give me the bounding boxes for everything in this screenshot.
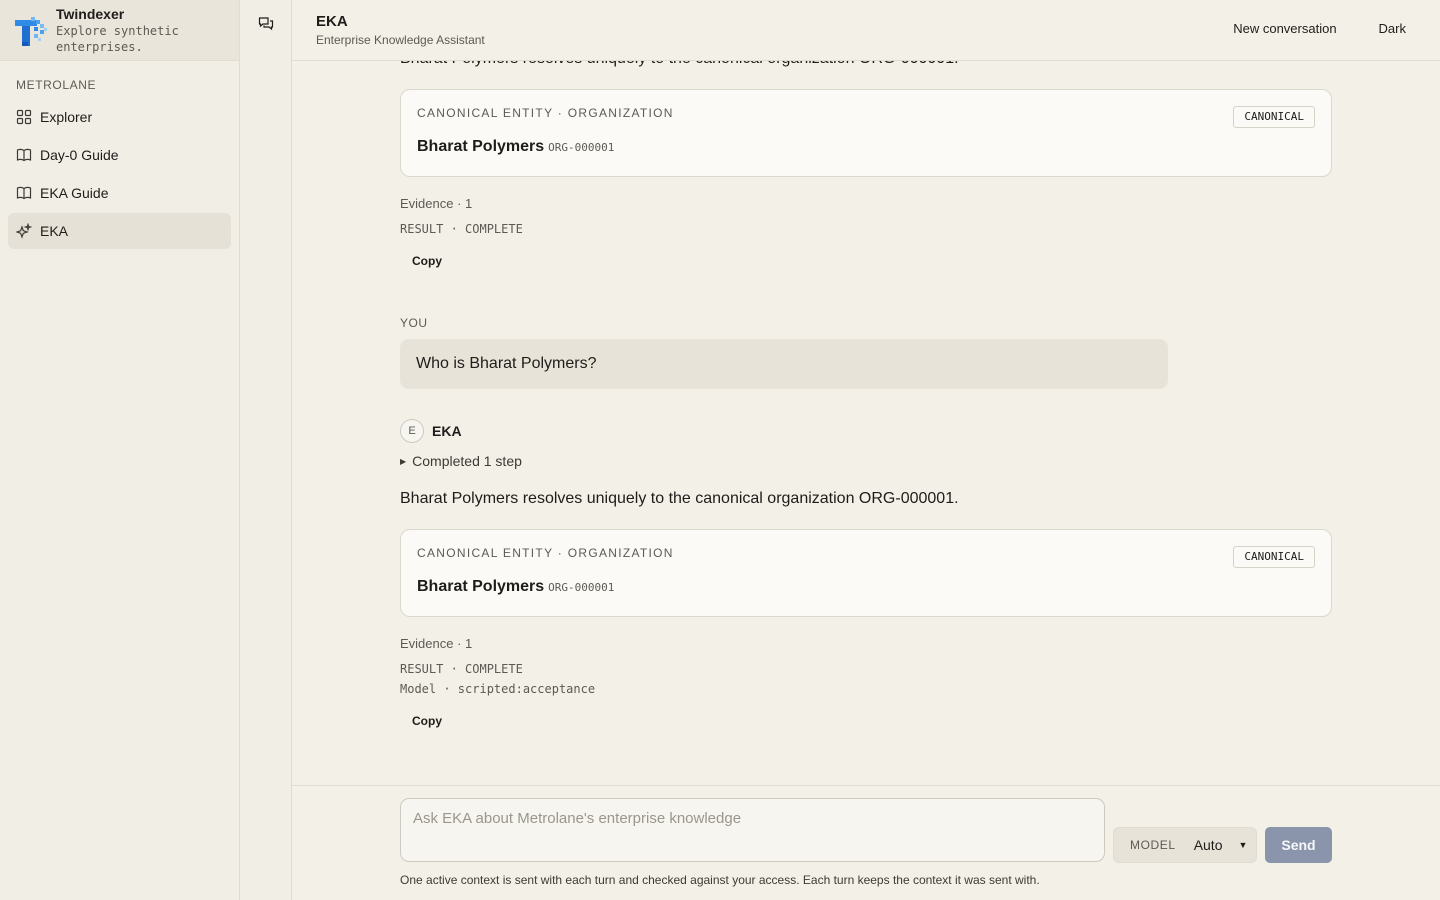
brand-tagline: Explore synthetic enterprises. <box>56 24 179 54</box>
user-turn-label: YOU <box>400 316 428 330</box>
entity-id: ORG-000001 <box>548 581 615 594</box>
entity-name-text: Bharat Polymers <box>417 138 545 155</box>
sidebar: Twindexer Explore synthetic enterprises.… <box>0 0 240 900</box>
assistant-name: EKA <box>432 423 462 439</box>
model-value: Auto <box>1193 837 1223 853</box>
user-message-text: Who is Bharat Polymers? <box>416 355 597 372</box>
status-badge: CANONICAL <box>1233 546 1315 568</box>
sidebar-item-day0-guide[interactable]: Day-0 Guide <box>8 137 231 173</box>
sidebar-nav: Explorer Day-0 Guide EKA Guide EKA <box>0 99 239 249</box>
page-subtitle: Enterprise Knowledge Assistant <box>316 33 485 47</box>
composer: MODEL Auto ▼ Send One active context is … <box>292 785 1440 900</box>
new-conversation-button[interactable]: New conversation <box>1233 21 1336 36</box>
prev-answer-text: Bharat Polymers resolves uniquely to the… <box>400 61 1332 69</box>
steps-disclosure[interactable]: ▶ Completed 1 step <box>400 453 1332 469</box>
sparkle-icon <box>16 223 32 239</box>
user-message: Who is Bharat Polymers? <box>400 339 1168 389</box>
entity-name-text: Bharat Polymers <box>417 578 545 595</box>
prev-entity-card[interactable]: CANONICAL ENTITY · ORGANIZATION Bharat P… <box>400 89 1332 177</box>
evidence-toggle[interactable]: Evidence · 1 <box>400 636 1332 651</box>
assistant-answer-text: Bharat Polymers resolves uniquely to the… <box>400 490 959 507</box>
assistant-turn-header: E EKA <box>400 419 1332 443</box>
conversations-toggle-button[interactable] <box>257 15 275 33</box>
context-note: One active context is sent with each tur… <box>400 873 1040 887</box>
conversation-rail <box>240 0 292 900</box>
entity-kicker: CANONICAL ENTITY · ORGANIZATION <box>417 106 674 120</box>
entity-name: Bharat Polymers ORG-000001 <box>417 578 614 596</box>
brand[interactable]: Twindexer Explore synthetic enterprises. <box>0 0 239 61</box>
sidebar-item-label: Day-0 Guide <box>40 147 119 163</box>
sidebar-item-explorer[interactable]: Explorer <box>8 99 231 135</box>
brand-name: Twindexer <box>56 6 125 22</box>
caret-down-icon: ▼ <box>1238 840 1248 850</box>
grid-icon <box>16 109 32 125</box>
theme-toggle-button[interactable]: Dark <box>1379 21 1406 36</box>
sidebar-item-label: EKA Guide <box>40 185 109 201</box>
chat-thread[interactable]: Bharat Polymers resolves uniquely to the… <box>292 61 1440 785</box>
result-status: RESULT · COMPLETE <box>400 662 523 676</box>
sidebar-item-eka-guide[interactable]: EKA Guide <box>8 175 231 211</box>
workspace-section-label: METROLANE <box>16 78 97 92</box>
page-header: EKA Enterprise Knowledge Assistant New c… <box>292 0 1440 61</box>
prev-copy-button[interactable]: Copy <box>412 254 442 268</box>
entity-id: ORG-000001 <box>548 141 615 154</box>
page-title: EKA <box>316 13 348 30</box>
status-badge: CANONICAL <box>1233 106 1315 128</box>
avatar: E <box>400 419 424 443</box>
chat-bubbles-icon <box>258 17 274 31</box>
caret-right-icon: ▶ <box>400 456 407 466</box>
book-icon <box>16 148 32 162</box>
entity-kicker: CANONICAL ENTITY · ORGANIZATION <box>417 546 674 560</box>
prev-evidence-toggle[interactable]: Evidence · 1 <box>400 196 1332 211</box>
message-input[interactable] <box>400 798 1105 862</box>
model-select[interactable]: MODEL Auto ▼ <box>1113 827 1257 863</box>
model-label: MODEL <box>1130 838 1176 852</box>
twindexer-logo-icon <box>15 17 47 46</box>
sidebar-item-eka[interactable]: EKA <box>8 213 231 249</box>
book-icon <box>16 186 32 200</box>
send-button[interactable]: Send <box>1265 827 1332 863</box>
model-info: Model · scripted:acceptance <box>400 682 596 696</box>
sidebar-item-label: EKA <box>40 223 69 239</box>
steps-label: Completed 1 step <box>412 453 522 469</box>
sidebar-item-label: Explorer <box>40 109 93 125</box>
entity-name: Bharat Polymers ORG-000001 <box>417 138 614 156</box>
entity-card[interactable]: CANONICAL ENTITY · ORGANIZATION Bharat P… <box>400 529 1332 617</box>
copy-button[interactable]: Copy <box>412 714 442 728</box>
prev-result-status: RESULT · COMPLETE <box>400 222 523 236</box>
